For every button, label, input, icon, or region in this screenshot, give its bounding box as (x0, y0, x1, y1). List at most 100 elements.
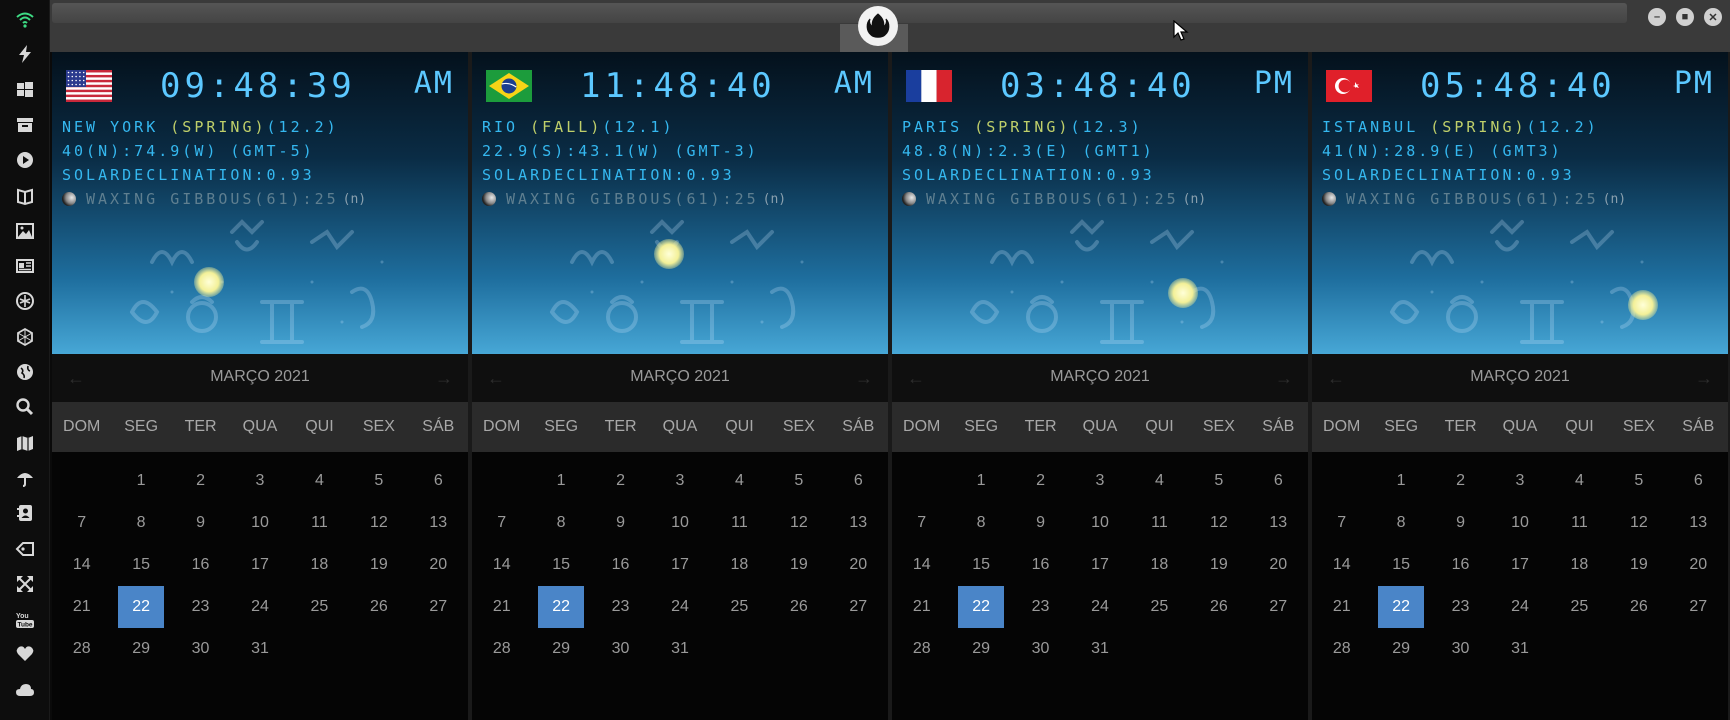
calendar-day[interactable]: 24 (1077, 586, 1122, 628)
umbrella-icon[interactable] (12, 465, 38, 491)
calendar-day[interactable]: 17 (657, 544, 702, 586)
calendar-day[interactable]: 19 (776, 544, 821, 586)
calendar-day[interactable]: 8 (1378, 502, 1423, 544)
next-month-button[interactable]: → (1270, 364, 1298, 392)
next-month-button[interactable]: → (850, 364, 878, 392)
map-icon[interactable] (12, 430, 38, 456)
windows-icon[interactable] (12, 77, 38, 103)
calendar-day[interactable]: 13 (1676, 502, 1721, 544)
heart-icon[interactable] (12, 641, 38, 667)
calendar-day[interactable]: 23 (1438, 586, 1483, 628)
calendar-day[interactable]: 28 (899, 628, 944, 670)
calendar-day[interactable]: 21 (1319, 586, 1364, 628)
calendar-day[interactable]: 18 (297, 544, 342, 586)
calendar-day[interactable]: 16 (1018, 544, 1063, 586)
globe-icon[interactable] (12, 359, 38, 385)
calendar-day[interactable]: 7 (1319, 502, 1364, 544)
calendar-day[interactable]: 9 (1018, 502, 1063, 544)
calendar-day[interactable]: 11 (717, 502, 762, 544)
calendar-day[interactable]: 24 (237, 586, 282, 628)
calendar-day[interactable]: 4 (1557, 460, 1602, 502)
calendar-day[interactable]: 29 (958, 628, 1003, 670)
expand-icon[interactable] (12, 571, 38, 597)
calendar-day[interactable]: 23 (1018, 586, 1063, 628)
calendar-day[interactable]: 6 (836, 460, 881, 502)
calendar-day[interactable]: 14 (59, 544, 104, 586)
calendar-day[interactable]: 1 (958, 460, 1003, 502)
calendar-day[interactable]: 20 (1676, 544, 1721, 586)
image-icon[interactable] (12, 218, 38, 244)
calendar-day[interactable]: 8 (538, 502, 583, 544)
calendar-day[interactable]: 12 (1616, 502, 1661, 544)
wifi-icon[interactable] (12, 6, 38, 32)
calendar-month-title[interactable]: MARÇO 2021 (132, 368, 388, 386)
calendar-day[interactable]: 24 (1497, 586, 1542, 628)
calendar-day[interactable]: 27 (1676, 586, 1721, 628)
calendar-day[interactable]: 15 (958, 544, 1003, 586)
calendar-day[interactable]: 29 (1378, 628, 1423, 670)
calendar-day[interactable]: 6 (1676, 460, 1721, 502)
calendar-day[interactable]: 26 (356, 586, 401, 628)
archive-icon[interactable] (12, 112, 38, 138)
calendar-day[interactable]: 29 (538, 628, 583, 670)
calendar-day[interactable]: 28 (1319, 628, 1364, 670)
calendar-day[interactable]: 15 (118, 544, 163, 586)
next-month-button[interactable]: → (430, 364, 458, 392)
rebel-icon[interactable] (12, 288, 38, 314)
book-icon[interactable] (12, 183, 38, 209)
contacts-icon[interactable] (12, 500, 38, 526)
newspaper-icon[interactable] (12, 253, 38, 279)
calendar-day[interactable]: 25 (297, 586, 342, 628)
calendar-day[interactable]: 2 (178, 460, 223, 502)
calendar-day[interactable]: 27 (416, 586, 461, 628)
tag-icon[interactable] (12, 536, 38, 562)
calendar-day[interactable]: 2 (1018, 460, 1063, 502)
calendar-day[interactable]: 12 (1196, 502, 1241, 544)
calendar-month-title[interactable]: MARÇO 2021 (972, 368, 1228, 386)
calendar-day[interactable]: 17 (237, 544, 282, 586)
calendar-day[interactable]: 5 (776, 460, 821, 502)
calendar-day[interactable]: 21 (899, 586, 944, 628)
calendar-day[interactable]: 5 (1196, 460, 1241, 502)
calendar-day[interactable]: 3 (657, 460, 702, 502)
calendar-day[interactable]: 11 (1557, 502, 1602, 544)
calendar-day[interactable]: 4 (297, 460, 342, 502)
calendar-day[interactable]: 2 (1438, 460, 1483, 502)
calendar-day[interactable]: 23 (178, 586, 223, 628)
calendar-day[interactable]: 18 (1137, 544, 1182, 586)
calendar-day-selected[interactable]: 22 (118, 586, 164, 628)
calendar-day[interactable]: 10 (657, 502, 702, 544)
calendar-day[interactable]: 3 (1077, 460, 1122, 502)
maximize-button[interactable]: ■ (1676, 8, 1694, 26)
prev-month-button[interactable]: ← (62, 364, 90, 392)
calendar-day[interactable]: 18 (717, 544, 762, 586)
calendar-month-title[interactable]: MARÇO 2021 (1392, 368, 1648, 386)
calendar-day[interactable]: 12 (356, 502, 401, 544)
calendar-day[interactable]: 1 (118, 460, 163, 502)
cloud-icon[interactable] (12, 677, 38, 703)
calendar-day[interactable]: 6 (1256, 460, 1301, 502)
calendar-day[interactable]: 3 (237, 460, 282, 502)
calendar-day[interactable]: 14 (1319, 544, 1364, 586)
close-button[interactable]: ✕ (1704, 8, 1722, 26)
title-bar-field[interactable] (52, 3, 1627, 23)
calendar-day[interactable]: 1 (538, 460, 583, 502)
calendar-day[interactable]: 18 (1557, 544, 1602, 586)
network-icon[interactable] (12, 324, 38, 350)
youtube-icon[interactable]: You Tube (12, 606, 38, 632)
bolt-icon[interactable] (12, 41, 38, 67)
calendar-day[interactable]: 21 (479, 586, 524, 628)
calendar-day[interactable]: 6 (416, 460, 461, 502)
calendar-day[interactable]: 26 (1196, 586, 1241, 628)
calendar-day[interactable]: 20 (836, 544, 881, 586)
calendar-day[interactable]: 7 (59, 502, 104, 544)
calendar-day[interactable]: 31 (1497, 628, 1542, 670)
calendar-day[interactable]: 12 (776, 502, 821, 544)
calendar-day[interactable]: 9 (598, 502, 643, 544)
minimize-button[interactable]: – (1648, 8, 1666, 26)
calendar-day[interactable]: 11 (297, 502, 342, 544)
calendar-day[interactable]: 30 (598, 628, 643, 670)
calendar-day[interactable]: 28 (479, 628, 524, 670)
calendar-day[interactable]: 13 (416, 502, 461, 544)
calendar-day[interactable]: 29 (118, 628, 163, 670)
